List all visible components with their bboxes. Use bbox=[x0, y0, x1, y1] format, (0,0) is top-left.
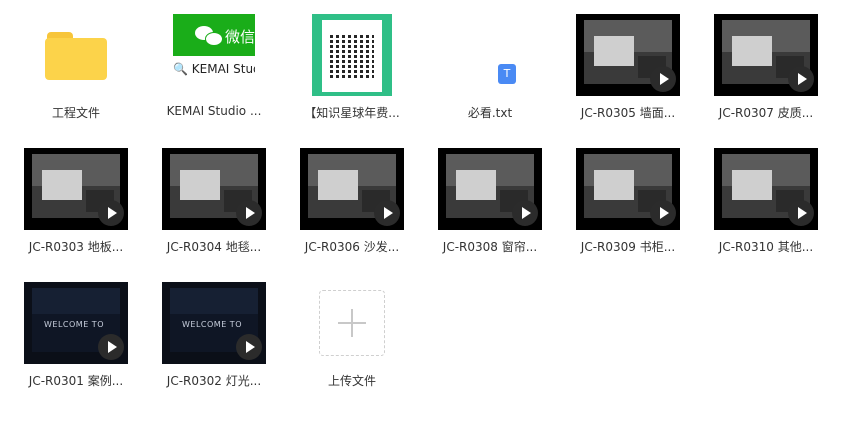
file-name: 【知识星球年费... bbox=[304, 106, 400, 120]
play-icon bbox=[788, 66, 814, 92]
file-grid: 工程文件 微信 🔍 KEMAI Studio KEMAI Studio ... … bbox=[14, 10, 842, 412]
video-thumbnail bbox=[438, 148, 542, 230]
video-thumbnail: WELCOME TO bbox=[162, 282, 266, 364]
play-icon bbox=[236, 334, 262, 360]
video-thumbnail: WELCOME TO bbox=[24, 282, 128, 364]
image-thumbnail bbox=[300, 14, 404, 96]
thumbnail-title: 微信 bbox=[225, 28, 255, 46]
file-name: JC-R0309 书柜... bbox=[580, 240, 676, 254]
text-file-icon: T bbox=[498, 64, 516, 84]
file-item-video[interactable]: JC-R0309 书柜... bbox=[566, 144, 704, 278]
play-icon bbox=[374, 200, 400, 226]
play-icon bbox=[512, 200, 538, 226]
file-item-video[interactable]: JC-R0310 其他... bbox=[704, 144, 842, 278]
thumbnail-text: WELCOME TO bbox=[44, 320, 104, 329]
file-item-video[interactable]: JC-R0307 皮质... bbox=[704, 10, 842, 144]
video-thumbnail bbox=[300, 148, 404, 230]
video-thumbnail bbox=[162, 148, 266, 230]
file-name: JC-R0303 地板... bbox=[28, 240, 124, 254]
file-name: JC-R0310 其他... bbox=[718, 240, 814, 254]
file-name: JC-R0301 案例... bbox=[28, 374, 124, 388]
file-name: 必看.txt bbox=[467, 106, 513, 120]
upload-file-button[interactable]: 上传文件 bbox=[290, 278, 428, 412]
play-icon bbox=[98, 334, 124, 360]
image-thumbnail: 微信 🔍 KEMAI Studio bbox=[162, 14, 266, 96]
video-thumbnail bbox=[714, 14, 818, 96]
file-name: JC-R0308 窗帘... bbox=[442, 240, 538, 254]
file-name: JC-R0304 地毯... bbox=[166, 240, 262, 254]
file-item-video[interactable]: JC-R0305 墙面... bbox=[566, 10, 704, 144]
play-icon bbox=[650, 66, 676, 92]
file-name: 工程文件 bbox=[51, 106, 100, 120]
file-item-video[interactable]: WELCOME TO JC-R0302 灯光... bbox=[152, 278, 290, 412]
upload-thumbnail bbox=[300, 282, 404, 364]
play-icon bbox=[98, 200, 124, 226]
file-item-image[interactable]: 【知识星球年费... bbox=[290, 10, 428, 144]
thumbnail-text: 🔍 KEMAI Studio bbox=[173, 62, 255, 76]
thumbnail-text: WELCOME TO bbox=[182, 320, 242, 329]
folder-thumbnail bbox=[24, 14, 128, 96]
upload-label: 上传文件 bbox=[327, 374, 376, 388]
file-item-video[interactable]: JC-R0304 地毯... bbox=[152, 144, 290, 278]
file-item-video[interactable]: JC-R0308 窗帘... bbox=[428, 144, 566, 278]
txt-thumbnail: T bbox=[438, 14, 542, 96]
play-icon bbox=[650, 200, 676, 226]
video-thumbnail bbox=[24, 148, 128, 230]
file-item-video[interactable]: WELCOME TO JC-R0301 案例... bbox=[14, 278, 152, 412]
file-item-image[interactable]: 微信 🔍 KEMAI Studio KEMAI Studio ... bbox=[152, 10, 290, 144]
play-icon bbox=[788, 200, 814, 226]
file-name: JC-R0302 灯光... bbox=[166, 374, 262, 388]
file-name: JC-R0306 沙发... bbox=[304, 240, 400, 254]
plus-icon bbox=[319, 290, 385, 356]
file-item-video[interactable]: JC-R0306 沙发... bbox=[290, 144, 428, 278]
play-icon bbox=[236, 200, 262, 226]
file-item-video[interactable]: JC-R0303 地板... bbox=[14, 144, 152, 278]
video-thumbnail bbox=[714, 148, 818, 230]
file-name: JC-R0305 墙面... bbox=[580, 106, 676, 120]
video-thumbnail bbox=[576, 148, 680, 230]
file-name: JC-R0307 皮质... bbox=[718, 106, 814, 120]
video-thumbnail bbox=[576, 14, 680, 96]
folder-icon bbox=[45, 30, 107, 80]
file-item-txt[interactable]: T 必看.txt bbox=[428, 10, 566, 144]
file-item-folder[interactable]: 工程文件 bbox=[14, 10, 152, 144]
file-name: KEMAI Studio ... bbox=[166, 104, 262, 118]
